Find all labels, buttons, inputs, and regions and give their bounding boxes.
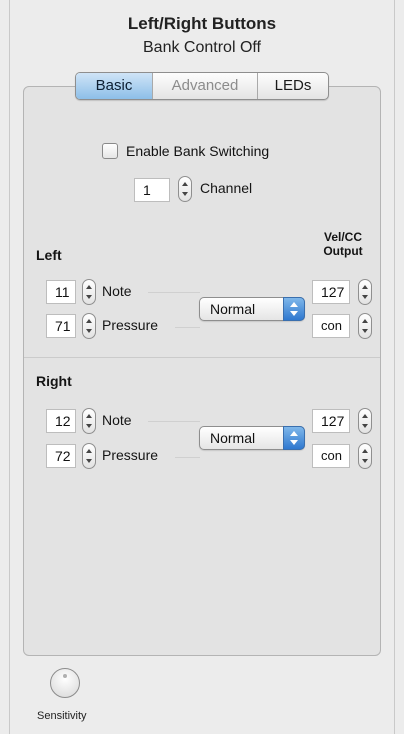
tab-content-box (23, 86, 381, 656)
left-note-stepper[interactable] (82, 279, 96, 305)
popup-arrows-icon (283, 297, 305, 321)
vel-cc-output-header: Vel/CC Output (312, 230, 374, 258)
right-mode-value: Normal (210, 430, 256, 446)
vel-cc-header-line1: Vel/CC (323, 230, 362, 244)
right-pressure-stepper[interactable] (82, 443, 96, 469)
left-note-label: Note (102, 283, 132, 299)
left-note-input[interactable]: 11 (46, 280, 76, 304)
enable-bank-switching-row: Enable Bank Switching (102, 143, 269, 159)
left-section-title: Left (36, 247, 62, 263)
sensitivity-label: Sensitivity (37, 710, 87, 722)
left-mode-popup[interactable]: Normal (199, 297, 305, 321)
right-cc-input[interactable]: con (312, 444, 350, 468)
left-mode-value: Normal (210, 301, 256, 317)
popup-arrows-icon (283, 426, 305, 450)
right-note-label: Note (102, 412, 132, 428)
sensitivity-knob[interactable] (50, 668, 80, 698)
enable-bank-switching-label: Enable Bank Switching (126, 143, 270, 159)
right-cc-stepper[interactable] (358, 443, 372, 469)
left-cc-stepper[interactable] (358, 313, 372, 339)
section-divider (24, 357, 380, 358)
channel-label: Channel (200, 180, 253, 196)
right-velocity-input[interactable]: 127 (312, 409, 350, 433)
right-velocity-stepper[interactable] (358, 408, 372, 434)
left-pressure-label: Pressure (102, 317, 159, 333)
right-note-stepper[interactable] (82, 408, 96, 434)
left-cc-input[interactable]: con (312, 314, 350, 338)
right-pressure-input[interactable]: 72 (46, 444, 76, 468)
tab-leds[interactable]: LEDs (257, 73, 328, 99)
left-pressure-input[interactable]: 71 (46, 314, 76, 338)
left-pressure-connector (175, 327, 200, 328)
tab-bar: Basic Advanced LEDs (75, 72, 329, 100)
enable-bank-switching-checkbox[interactable] (102, 143, 118, 159)
channel-input[interactable]: 1 (134, 178, 170, 202)
page-subtitle: Bank Control Off (143, 39, 261, 56)
left-velocity-input[interactable]: 127 (312, 280, 350, 304)
right-note-connector (148, 421, 200, 422)
left-pressure-stepper[interactable] (82, 313, 96, 339)
right-pressure-connector (175, 457, 200, 458)
left-note-connector (148, 292, 200, 293)
tab-advanced[interactable]: Advanced (152, 73, 257, 99)
right-section-title: Right (36, 373, 72, 389)
right-note-input[interactable]: 12 (46, 409, 76, 433)
left-velocity-stepper[interactable] (358, 279, 372, 305)
channel-stepper[interactable] (178, 176, 192, 202)
vel-cc-header-line2: Output (323, 244, 363, 258)
tab-basic[interactable]: Basic (76, 73, 152, 99)
page-title: Left/Right Buttons (127, 14, 277, 33)
right-mode-popup[interactable]: Normal (199, 426, 305, 450)
right-pressure-label: Pressure (102, 447, 159, 463)
